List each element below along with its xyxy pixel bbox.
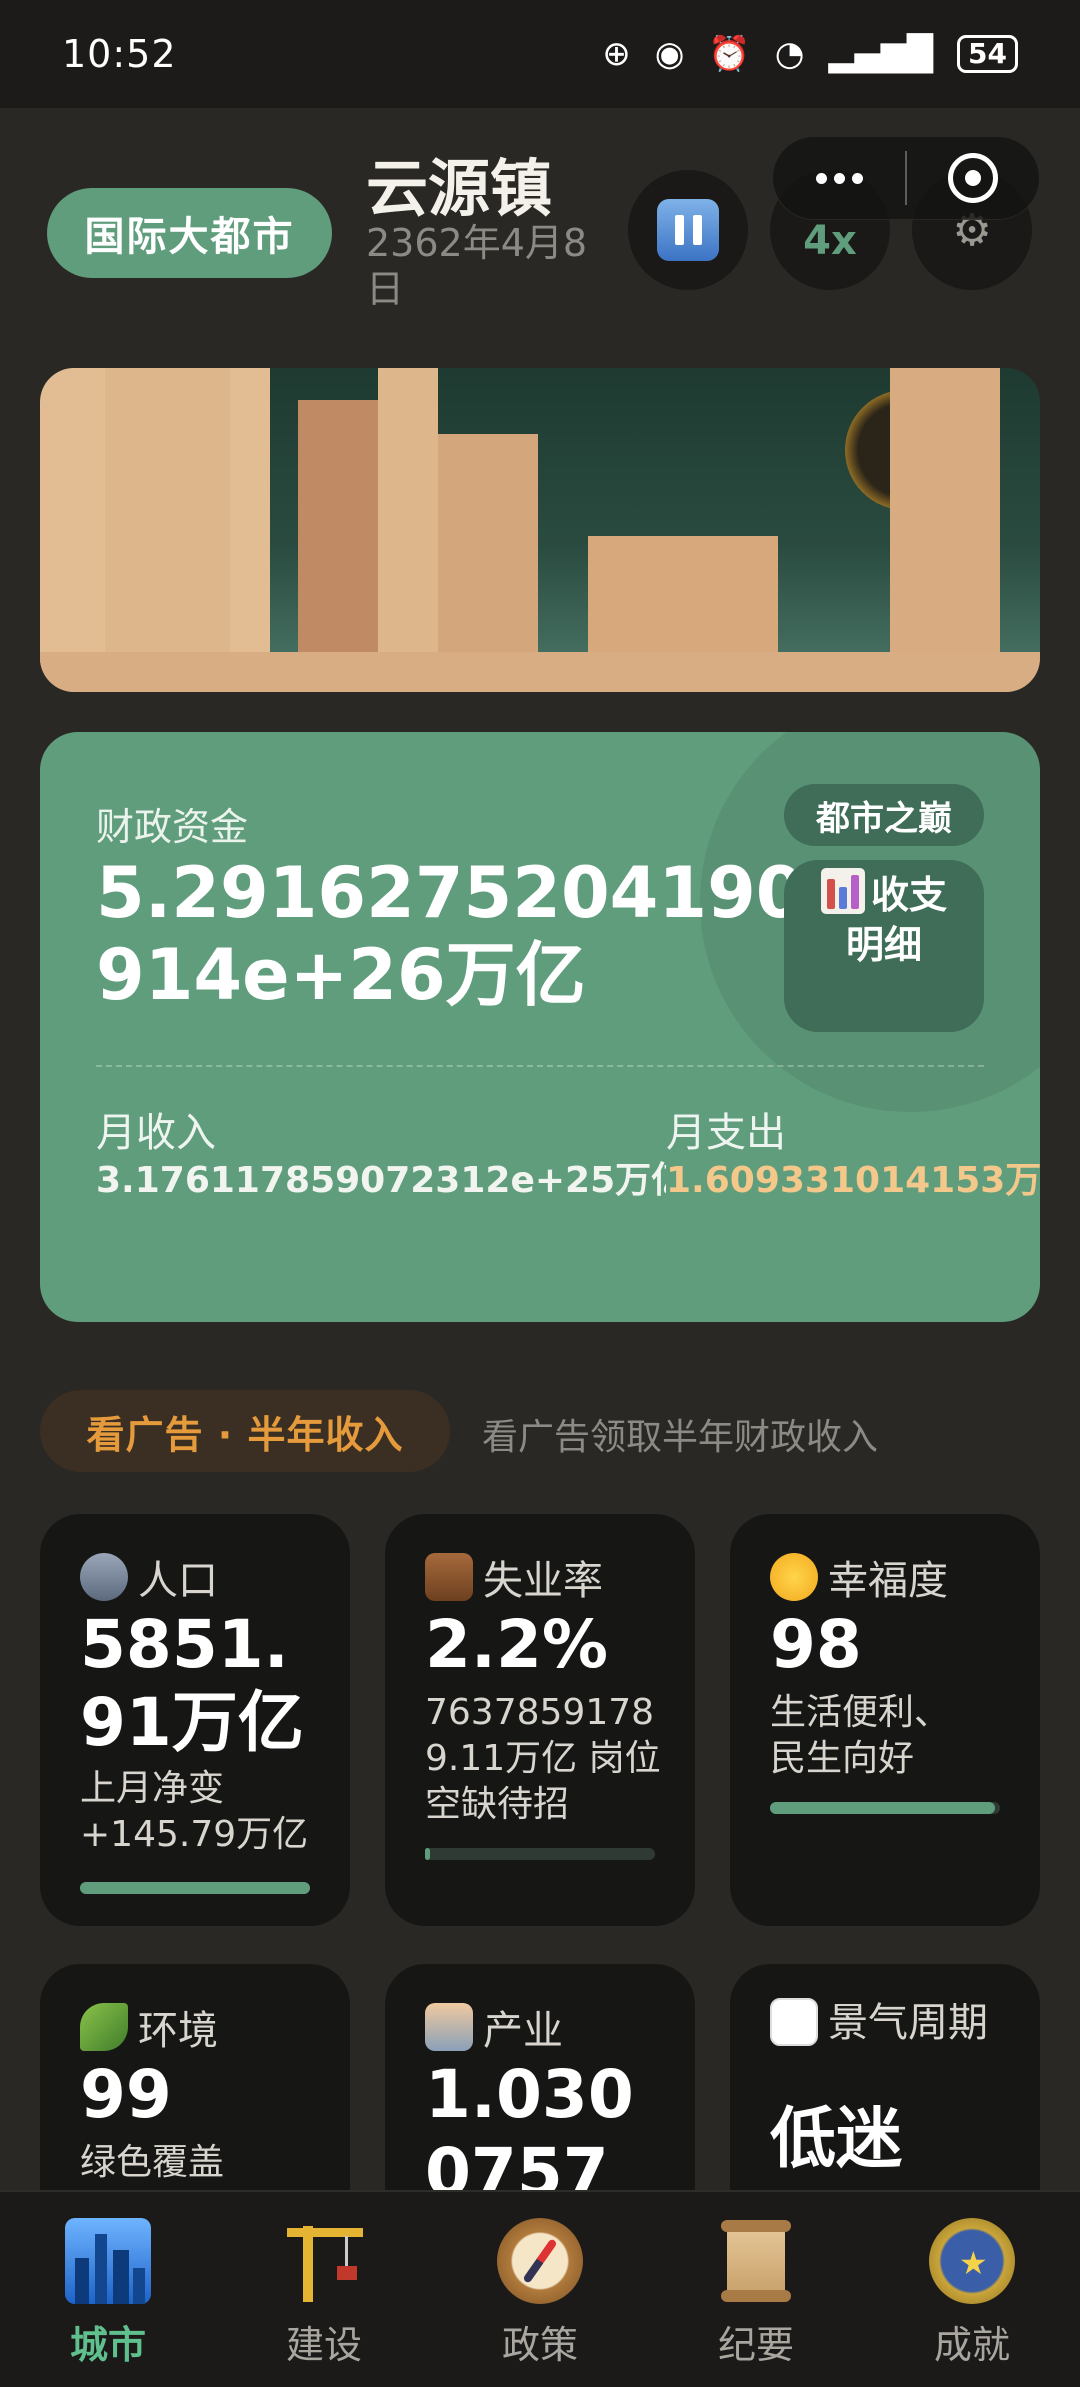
miniapp-capsule [772,136,1040,220]
compass-icon [497,2218,583,2304]
tab-label: 纪要 [717,2323,794,2367]
chart-up-icon [770,1998,818,2046]
tab-records[interactable]: 纪要 [648,2192,864,2387]
person-icon [80,1553,128,1601]
stat-label: 产业 [483,2008,563,2054]
stat-label: 人口 [138,1558,218,1604]
stat-progress-bar [425,1848,655,1860]
stat-value: 99 [80,2056,172,2133]
tab-label: 城市 [69,2323,146,2367]
stat-label: 环境 [138,2008,218,2054]
watch-ad-button[interactable]: 看广告 · 半年收入 [40,1390,450,1472]
tab-policy[interactable]: 政策 [432,2192,648,2387]
close-miniapp-button[interactable] [907,153,1039,203]
briefcase-icon [425,1553,473,1601]
more-menu-button[interactable] [773,172,905,184]
stat-value: 2.2% [425,1606,609,1683]
alarm-icon: ⏰ [708,34,751,74]
stat-card-happiness[interactable]: 幸福度 98 生活便利、民生向好 [730,1514,1040,1926]
stat-label: 景气周期 [828,2000,988,2046]
battery-icon: 54 [957,35,1018,73]
status-icons: ⊕ ◉ ⏰ ◔ ▂▄▆█ 54 [602,34,1018,74]
stat-label: 幸福度 [828,1558,948,1604]
clock: 10:52 [62,32,177,76]
expense-label: 月支出 [666,1110,786,1156]
speed-label: 4x [803,218,857,264]
expense-value: 1.609331014153万亿 [666,1160,1040,1201]
stat-value: 5851.91万亿 [80,1606,304,1761]
finance-card: 财政资金 5.2916275204190914e+26万亿 都市之巅 收支明细 … [40,732,1040,1322]
income-value: 3.176117859072312e+25万亿 [96,1160,666,1201]
tab-label: 政策 [501,2323,578,2367]
income-label: 月收入 [96,1110,216,1156]
city-tier-badge[interactable]: 国际大都市 [47,188,332,278]
city-skyline-banner [40,368,1040,692]
signal-icon: ▂▄▆█ [828,34,934,74]
bottom-tab-bar: 城市 建设 政策 纪要 ★ 成就 [0,2190,1080,2387]
eye-icon: ◉ [654,34,685,74]
header: 国际大都市 云源镇 2362年4月8日 4x ⚙ [0,108,1080,348]
tab-achievements[interactable]: ★ 成就 [864,2192,1080,2387]
factory-icon [425,2003,473,2051]
smile-icon [770,1553,818,1601]
stat-sub: 上月净变 +145.79万亿 [80,1768,309,1855]
stat-sub: 76378591789.11万亿 岗位空缺待招 [425,1692,661,1825]
tab-city[interactable]: 城市 [0,2192,216,2387]
status-bar: 10:52 ⊕ ◉ ⏰ ◔ ▂▄▆█ 54 [0,0,1080,108]
bar-chart-icon [820,868,865,914]
medal-icon: ★ [929,2218,1015,2304]
pause-button[interactable] [628,170,748,290]
city-icon [65,2218,151,2304]
tab-label: 建设 [285,2323,362,2367]
stat-label: 失业率 [483,1558,603,1604]
stat-sub: 生活便利、民生向好 [770,1692,951,1779]
stat-value: 98 [770,1606,862,1683]
finance-value: 5.2916275204190914e+26万亿 [96,852,805,1016]
stat-card-unemployment[interactable]: 失业率 2.2% 76378591789.11万亿 岗位空缺待招 [385,1514,695,1926]
scroll-icon [713,2218,799,2304]
leaf-icon [80,2003,128,2051]
tab-build[interactable]: 建设 [216,2192,432,2387]
ad-description: 看广告领取半年财政收入 [482,1417,879,1458]
stat-sub: 绿色覆盖 [80,2142,225,2183]
data-saver-icon: ⊕ [602,34,631,74]
city-level-badge: 都市之巅 [784,784,984,846]
finance-detail-button[interactable]: 收支明细 [784,860,984,1032]
stat-progress-bar [80,1882,310,1894]
wifi-icon: ◔ [774,34,805,74]
city-name: 云源镇 [366,152,553,225]
target-icon [947,153,998,203]
crane-icon [281,2218,367,2304]
stat-value: 低迷 [770,2100,902,2177]
stat-progress-bar [770,1802,1000,1814]
game-date: 2362年4月8日 [366,221,588,311]
tab-label: 成就 [933,2323,1010,2367]
stat-card-population[interactable]: 人口 5851.91万亿 上月净变 +145.79万亿 [40,1514,350,1926]
pause-icon [657,199,719,261]
finance-label: 财政资金 [96,805,249,849]
